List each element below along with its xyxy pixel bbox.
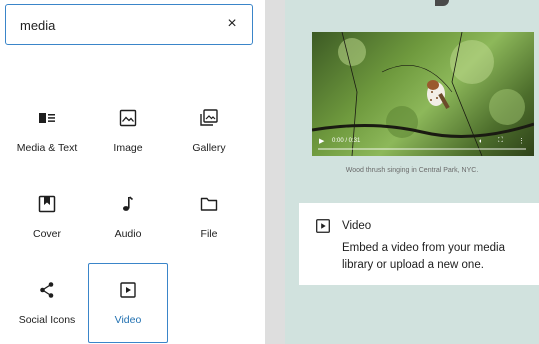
play-icon[interactable]: ▶ [319, 137, 324, 145]
block-item-label: File [200, 228, 218, 240]
more-options-icon[interactable]: ⋮ [518, 137, 525, 145]
block-item-label: Image [113, 142, 143, 154]
block-card-title: Video [342, 220, 372, 232]
video-time: 0:00 / 0:31 [332, 138, 361, 144]
video-player[interactable]: ▶ 0:00 / 0:31 ◖ ⛶ ⋮ [312, 32, 534, 156]
audio-icon [118, 194, 138, 214]
block-item-label: Media & Text [16, 142, 78, 154]
clear-search-button[interactable]: × [224, 15, 240, 33]
block-item-image[interactable]: Image [88, 108, 168, 186]
block-item-label: Gallery [192, 142, 226, 154]
block-item-media-text[interactable]: Media & Text [7, 108, 87, 186]
block-preview-panel: ▶ 0:00 / 0:31 ◖ ⛶ ⋮ Wood thrush singing … [285, 0, 539, 344]
block-item-label: Audio [114, 228, 142, 240]
block-item-file[interactable]: File [169, 194, 249, 272]
gallery-icon [199, 108, 219, 128]
video-progress-bar[interactable] [318, 148, 526, 150]
share-icon [37, 280, 57, 300]
block-item-audio[interactable]: Audio [88, 194, 168, 272]
block-item-cover[interactable]: Cover [7, 194, 87, 272]
block-item-label: Cover [32, 228, 61, 240]
cover-icon [37, 194, 57, 214]
block-item-label: Social Icons [18, 314, 76, 326]
block-item-gallery[interactable]: Gallery [169, 108, 249, 186]
preview-heading-fragment [435, 0, 449, 6]
video-icon [118, 280, 138, 300]
fullscreen-icon[interactable]: ⛶ [498, 137, 503, 145]
video-caption: Wood thrush singing in Central Park, NYC… [345, 167, 479, 174]
video-icon [314, 217, 332, 235]
block-search-box[interactable]: × [5, 4, 253, 45]
media-text-icon [37, 108, 57, 128]
block-item-label: Video [114, 314, 142, 326]
block-card-description: Embed a video from your media library or… [342, 242, 505, 271]
block-inserter-panel: × Media & Text Image Gallery Cover Audio [0, 0, 265, 344]
block-description-card: Video Embed a video from your media libr… [299, 203, 539, 285]
block-search-input[interactable] [20, 16, 220, 34]
video-controls: ▶ 0:00 / 0:31 ◖ ⛶ ⋮ [312, 132, 534, 156]
block-item-video[interactable]: Video [88, 263, 168, 343]
block-item-social-icons[interactable]: Social Icons [7, 280, 87, 344]
volume-icon[interactable]: ◖ [478, 138, 482, 145]
panel-divider [265, 0, 285, 344]
image-icon [118, 108, 138, 128]
file-icon [199, 194, 219, 214]
